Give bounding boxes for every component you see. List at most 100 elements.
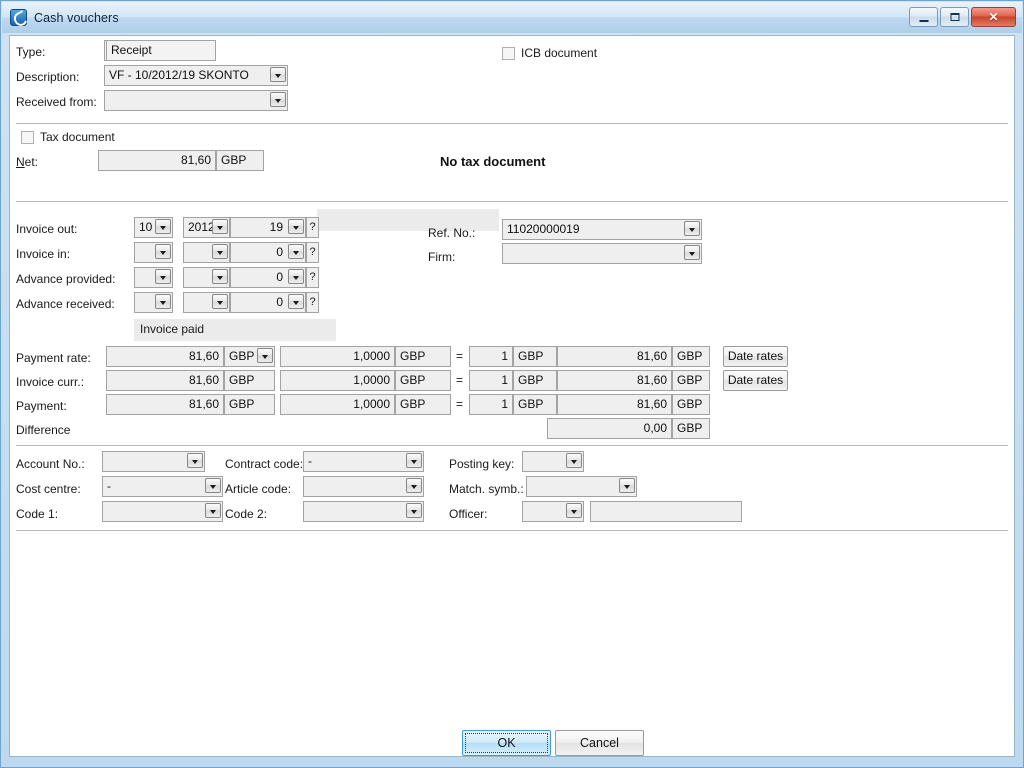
payment-total-field[interactable]: 81,60: [557, 394, 672, 415]
chevron-down-icon[interactable]: [566, 503, 582, 518]
advance-received-help-button[interactable]: ?: [306, 292, 319, 313]
payment-rate-rate-field[interactable]: 1,0000: [280, 346, 395, 367]
maximize-button[interactable]: [940, 7, 969, 27]
posting-key-label: Posting key:: [449, 457, 515, 471]
chevron-down-icon[interactable]: [684, 245, 700, 260]
difference-label: Difference: [16, 423, 71, 437]
payment-total-currency-field: GBP: [672, 394, 710, 415]
type-name-field: Receipt: [106, 40, 216, 61]
payment-rate-amount-field[interactable]: 81,60: [106, 346, 224, 367]
net-amount-field[interactable]: 81,60: [98, 150, 216, 171]
invoice-in-number-combo[interactable]: 0: [230, 242, 306, 263]
ref-no-value: 11020000019: [502, 219, 702, 240]
payment-rate-total-field[interactable]: 81,60: [557, 346, 672, 367]
posting-key-combo[interactable]: [522, 451, 584, 472]
chevron-down-icon[interactable]: [406, 453, 422, 468]
code2-combo[interactable]: [303, 501, 424, 522]
advance-received-month-combo[interactable]: [134, 292, 173, 313]
payment-rate-currency-field-2: GBP: [395, 394, 451, 415]
checkbox-box: [502, 47, 515, 60]
advance-received-number-combo[interactable]: 0: [230, 292, 306, 313]
advance-provided-year-combo[interactable]: [183, 267, 230, 288]
description-combo[interactable]: VF - 10/2012/19 SKONTO: [104, 65, 288, 86]
advance-provided-help-button[interactable]: ?: [306, 267, 319, 288]
payment-rate-label: Payment rate:: [16, 351, 91, 365]
chevron-down-icon[interactable]: [155, 219, 171, 234]
invoice-in-help-button[interactable]: ?: [306, 242, 319, 263]
invoice-curr-currency-field: GBP: [224, 370, 275, 391]
chevron-down-icon[interactable]: [270, 67, 286, 82]
chevron-down-icon[interactable]: [288, 244, 304, 259]
invoice-out-number-combo[interactable]: 19: [230, 217, 306, 238]
difference-currency-field: GBP: [672, 418, 710, 439]
chevron-down-icon[interactable]: [619, 478, 635, 493]
chevron-down-icon[interactable]: [406, 478, 422, 493]
officer-label: Officer:: [449, 507, 488, 521]
invoice-out-help-button[interactable]: ?: [306, 217, 319, 238]
chevron-down-icon[interactable]: [205, 478, 221, 493]
invoice-curr-rate-currency-field: GBP: [395, 370, 451, 391]
invoice-curr-total-field[interactable]: 81,60: [557, 370, 672, 391]
payment-rate-date-rates-button[interactable]: Date rates: [723, 346, 788, 367]
net-label-rest: et:: [24, 155, 39, 169]
invoice-curr-rate-field[interactable]: 1,0000: [280, 370, 395, 391]
match-symb-label: Match. symb.:: [449, 482, 524, 496]
chevron-down-icon[interactable]: [155, 269, 171, 284]
chevron-down-icon[interactable]: [288, 219, 304, 234]
payment-amount-field[interactable]: 81,60: [106, 394, 224, 415]
contract-code-combo[interactable]: -: [303, 451, 424, 472]
minimize-button[interactable]: [909, 7, 938, 27]
chevron-down-icon[interactable]: [212, 219, 228, 234]
advance-provided-month-combo[interactable]: [134, 267, 173, 288]
invoice-in-month-combo[interactable]: [134, 242, 173, 263]
advance-provided-number-combo[interactable]: 0: [230, 267, 306, 288]
received-from-combo[interactable]: [104, 90, 288, 111]
account-no-combo[interactable]: [102, 451, 205, 472]
officer-name-field[interactable]: [590, 501, 742, 522]
chevron-down-icon[interactable]: [155, 244, 171, 259]
firm-combo[interactable]: [502, 243, 702, 264]
chevron-down-icon[interactable]: [212, 244, 228, 259]
code1-combo[interactable]: [102, 501, 223, 522]
chevron-down-icon[interactable]: [205, 503, 221, 518]
invoice-curr-date-rates-button[interactable]: Date rates: [723, 370, 788, 391]
cash-vouchers-window: Cash vouchers ✕ Type: R Receipt Descript…: [0, 0, 1024, 768]
chevron-down-icon[interactable]: [257, 348, 273, 363]
invoice-curr-unit-field[interactable]: 1: [469, 370, 513, 391]
chevron-down-icon[interactable]: [155, 294, 171, 309]
chevron-down-icon[interactable]: [684, 221, 700, 236]
chevron-down-icon[interactable]: [187, 453, 203, 468]
description-label: Description:: [16, 70, 80, 84]
payment-equals-sign: =: [456, 397, 464, 411]
chevron-down-icon[interactable]: [212, 269, 228, 284]
minimize-icon: [919, 20, 928, 22]
cancel-button[interactable]: Cancel: [555, 730, 644, 756]
close-button[interactable]: ✕: [971, 7, 1016, 27]
ok-button[interactable]: OK: [462, 730, 551, 756]
payment-unit-field[interactable]: 1: [469, 394, 513, 415]
invoice-paid-banner: Invoice paid: [134, 319, 336, 341]
ref-no-combo[interactable]: 11020000019: [502, 219, 702, 240]
payment-currency-field: GBP: [224, 394, 275, 415]
invoice-curr-amount-field[interactable]: 81,60: [106, 370, 224, 391]
invoice-in-year-combo[interactable]: [183, 242, 230, 263]
invoice-in-label: Invoice in:: [16, 247, 71, 261]
chevron-down-icon[interactable]: [288, 269, 304, 284]
article-code-combo[interactable]: [303, 476, 424, 497]
chevron-down-icon[interactable]: [288, 294, 304, 309]
chevron-down-icon[interactable]: [406, 503, 422, 518]
invoice-out-month-combo[interactable]: 10: [134, 217, 173, 238]
advance-received-year-combo[interactable]: [183, 292, 230, 313]
match-symb-combo[interactable]: [526, 476, 637, 497]
chevron-down-icon[interactable]: [566, 453, 582, 468]
chevron-down-icon[interactable]: [212, 294, 228, 309]
advance-received-label: Advance received:: [16, 297, 115, 311]
payment-rate-currency-combo[interactable]: GBP: [224, 346, 275, 367]
officer-code-combo[interactable]: [522, 501, 584, 522]
invoice-out-year-combo[interactable]: 2012: [183, 217, 230, 238]
maximize-icon: [950, 13, 959, 21]
cost-centre-combo[interactable]: -: [102, 476, 223, 497]
chevron-down-icon[interactable]: [270, 92, 286, 107]
payment-rate-unit-field[interactable]: 1: [469, 346, 513, 367]
payment-rate-value-field[interactable]: 1,0000: [280, 394, 395, 415]
